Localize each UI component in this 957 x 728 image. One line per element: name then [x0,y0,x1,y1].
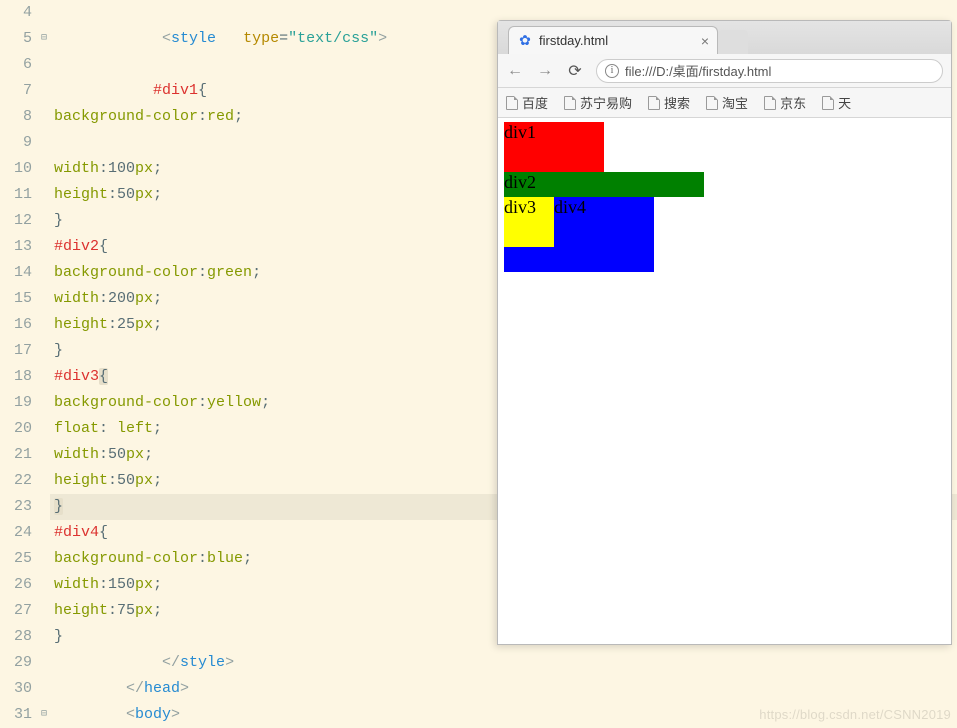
baidu-favicon-icon: ✿ [517,33,533,49]
bookmark-item[interactable]: 淘宝 [706,93,748,112]
bookmark-item[interactable]: 京东 [764,93,806,112]
url-text: file:///D:/桌面/firstday.html [625,61,771,80]
site-info-icon[interactable]: i [605,64,619,78]
browser-window: ✿ firstday.html × ← → ⟳ i file:///D:/桌面/… [497,20,952,645]
back-icon[interactable]: ← [506,62,524,80]
bookmark-label: 京东 [780,93,806,112]
reload-icon[interactable]: ⟳ [566,61,584,81]
tab-strip: ✿ firstday.html × [498,21,951,54]
bookmark-doc-icon [506,96,518,110]
address-bar[interactable]: i file:///D:/桌面/firstday.html [596,59,943,83]
bookmark-label: 百度 [522,93,548,112]
tab-title: firstday.html [539,33,695,48]
bookmarks-bar: 百度 苏宁易购 搜索 淘宝 京东 天 [498,88,951,118]
bookmark-label: 天 [838,93,851,112]
bookmark-item[interactable]: 搜索 [648,93,690,112]
bookmark-doc-icon [564,96,576,110]
bookmark-label: 搜索 [664,93,690,112]
fold-column: ⊟⊟ [38,0,50,728]
div3-box: div3 [504,197,554,247]
forward-icon[interactable]: → [536,62,554,80]
tab-close-icon[interactable]: × [701,33,709,49]
div1-box: div1 [504,122,604,172]
div2-box: div2 [504,172,704,197]
new-tab-button[interactable] [718,30,748,54]
bookmark-label: 苏宁易购 [580,93,632,112]
bookmark-doc-icon [706,96,718,110]
bookmark-item[interactable]: 苏宁易购 [564,93,632,112]
browser-tab[interactable]: ✿ firstday.html × [508,26,718,54]
bookmark-doc-icon [764,96,776,110]
bookmark-item[interactable]: 百度 [506,93,548,112]
bookmark-label: 淘宝 [722,93,748,112]
line-number-gutter: 4567891011121314151617181920212223242526… [0,0,38,728]
toolbar-row: ← → ⟳ i file:///D:/桌面/firstday.html [498,54,951,88]
page-viewport: div1 div2 div3 div4 [498,118,951,644]
bookmark-item[interactable]: 天 [822,93,851,112]
bookmark-doc-icon [822,96,834,110]
bookmark-doc-icon [648,96,660,110]
rendered-page: div1 div2 div3 div4 [498,118,951,644]
